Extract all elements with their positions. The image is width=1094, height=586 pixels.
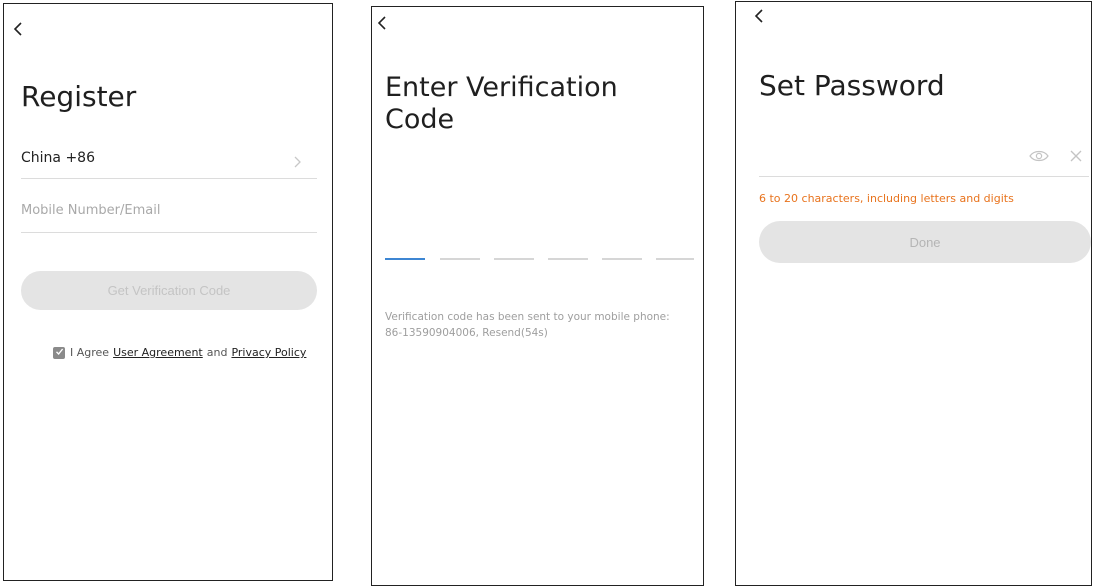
page-title: Register (21, 80, 137, 113)
close-icon[interactable] (1069, 148, 1083, 167)
register-screen: Register China +86 Mobile Number/Email G… (3, 3, 333, 581)
back-arrow-icon[interactable] (377, 15, 389, 31)
page-title: Set Password (759, 69, 945, 102)
country-code-value: China +86 (21, 150, 95, 166)
title-line-1: Enter Verification (385, 72, 618, 103)
back-arrow-icon[interactable] (13, 21, 25, 37)
code-digit-slot[interactable] (548, 258, 588, 260)
resend-countdown[interactable]: 86-13590904006, Resend(54s) (385, 327, 548, 339)
code-digit-slot[interactable] (494, 258, 534, 260)
back-arrow-icon[interactable] (754, 8, 766, 24)
title-line-2: Code (385, 103, 455, 135)
code-digit-slot[interactable] (440, 258, 480, 260)
code-digit-slot[interactable] (656, 258, 694, 260)
verification-code-input[interactable] (372, 237, 703, 267)
divider (759, 176, 1089, 177)
set-password-screen: Set Password 6 to 20 characters, includi… (735, 1, 1092, 586)
code-digit-slot[interactable] (385, 258, 425, 260)
verification-screen: Enter Verification Code Verification cod… (371, 6, 704, 586)
agreement-row: I Agree User Agreement and Privacy Polic… (53, 346, 310, 359)
get-verification-code-button[interactable]: Get Verification Code (21, 271, 317, 310)
page-title: Enter Verification Code (385, 72, 618, 136)
account-input[interactable]: Mobile Number/Email (21, 198, 317, 228)
done-button[interactable]: Done (759, 221, 1091, 263)
divider (21, 232, 317, 233)
app-screens: Register China +86 Mobile Number/Email G… (0, 0, 1094, 586)
user-agreement-link[interactable]: User Agreement (113, 346, 203, 359)
privacy-policy-link[interactable]: Privacy Policy (231, 346, 306, 359)
code-sent-line-1: Verification code has been sent to your … (385, 311, 670, 323)
checkmark-icon (55, 346, 64, 359)
code-sent-message: Verification code has been sent to your … (385, 309, 703, 342)
agree-and: and (206, 346, 228, 359)
country-selector[interactable]: China +86 (4, 144, 332, 180)
account-placeholder: Mobile Number/Email (21, 203, 161, 218)
divider (21, 178, 317, 179)
password-requirement-hint: 6 to 20 characters, including letters an… (759, 192, 1014, 205)
eye-icon[interactable] (1029, 148, 1049, 167)
chevron-right-icon (293, 153, 301, 168)
code-digit-slot[interactable] (602, 258, 642, 260)
agree-prefix: I Agree (70, 346, 110, 359)
agree-checkbox[interactable] (53, 346, 65, 359)
